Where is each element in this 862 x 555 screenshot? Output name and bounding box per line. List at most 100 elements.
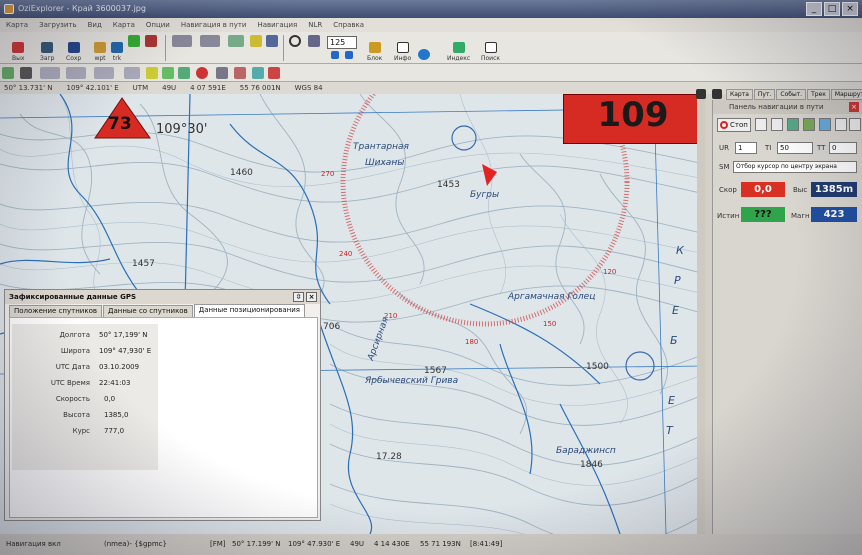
lock-icon [368, 42, 381, 53]
pan-button[interactable] [418, 34, 430, 62]
pencil-icon[interactable] [146, 67, 158, 79]
target-icon[interactable] [196, 67, 208, 79]
mag-heading-readout: 423 [811, 207, 857, 222]
magnifier-icon[interactable] [289, 35, 301, 47]
index-icon [452, 42, 465, 53]
status-zone: 49U [350, 540, 365, 548]
menu-item-navigation[interactable]: Навигация [257, 21, 297, 29]
tt-input[interactable]: 0 [829, 142, 857, 154]
coord-lon: 109° 42.101' E [66, 84, 119, 92]
help-icon[interactable] [849, 118, 861, 131]
ur-input[interactable]: 1 [735, 142, 757, 154]
view-icon[interactable] [819, 118, 831, 131]
tool-f-icon[interactable] [216, 67, 228, 79]
layer-icon[interactable] [803, 118, 815, 131]
move-icon[interactable] [755, 118, 767, 131]
flag-icon[interactable] [268, 67, 280, 79]
map-tool2-icon[interactable] [200, 35, 220, 47]
map-letter-2: Р [674, 274, 681, 287]
menu-item-nlr[interactable]: NLR [308, 21, 322, 29]
sm-select[interactable]: Отбор курсор по центру экрана [733, 161, 857, 173]
tool-d-icon[interactable] [124, 67, 140, 79]
map-place-2: Шиханы [365, 158, 405, 168]
zoom-select[interactable]: 125 [327, 36, 357, 49]
gps-panel-close-icon[interactable]: × [306, 292, 317, 302]
tool-e-icon[interactable] [162, 67, 174, 79]
zoom-window-icon[interactable] [308, 35, 320, 47]
minimize-icon[interactable]: _ [806, 2, 822, 16]
marker-109-box[interactable]: 109 [563, 94, 703, 144]
line-icon[interactable] [266, 35, 278, 47]
tab-satellite-data[interactable]: Данные со спутников [102, 305, 193, 317]
index-button[interactable]: Индекс [447, 34, 470, 62]
layers-icon[interactable] [250, 35, 262, 47]
menu-item-view[interactable]: Вид [88, 21, 102, 29]
event-icon[interactable] [145, 35, 157, 47]
speed-label: Скор [719, 186, 737, 194]
status-fm: [FM] [210, 540, 226, 548]
marker-73-label: 73 [108, 114, 132, 134]
save-map-icon[interactable] [712, 89, 722, 99]
map-tool-icon[interactable] [172, 35, 192, 47]
anchor-icon[interactable] [178, 67, 190, 79]
stop-icon [720, 121, 728, 129]
track-icon [111, 42, 123, 53]
coord-lat: 50° 13.731' N [4, 84, 53, 92]
map-letter-6: Т [666, 424, 673, 437]
exit-button[interactable]: Вых [12, 34, 24, 62]
info-button[interactable]: Инфо [394, 34, 411, 62]
menu-item-help[interactable]: Справка [333, 21, 364, 29]
gps-icon[interactable] [2, 67, 14, 79]
zoom-icon[interactable] [771, 118, 783, 131]
tool-g-icon[interactable] [234, 67, 246, 79]
wifi-icon[interactable] [252, 67, 264, 79]
tab-route[interactable]: Маршрут [830, 89, 862, 100]
map-letter-5: Е [668, 394, 675, 407]
zoom-out-icon[interactable] [345, 51, 353, 59]
tab-position-data[interactable]: Данные позиционирования [193, 304, 306, 317]
menu-item-map[interactable]: Карта [6, 21, 28, 29]
tab-track[interactable]: Трек [807, 89, 830, 100]
tab-events[interactable]: Событ. [776, 89, 807, 100]
lock-button[interactable]: Блок [367, 34, 382, 62]
gps-panel-pin-icon[interactable]: ⇳ [293, 292, 304, 302]
table-row: UTC Время 22:41:03 [50, 379, 131, 387]
map-elev-706: 706 [323, 322, 341, 332]
printer-icon[interactable] [696, 89, 706, 99]
menu-item-moving-nav[interactable]: Навигация в пути [181, 21, 247, 29]
tool-c-icon[interactable] [94, 67, 114, 79]
save-button[interactable]: Сохр [66, 34, 81, 62]
menu-item-map2[interactable]: Карта [113, 21, 135, 29]
search-icon [484, 42, 497, 53]
tool-a-icon[interactable] [40, 67, 60, 79]
menu-item-load[interactable]: Загрузить [39, 21, 77, 29]
coord-north: 55 76 001N [239, 84, 281, 92]
menu-item-options[interactable]: Опции [146, 21, 170, 29]
maximize-icon[interactable]: □ [824, 2, 840, 16]
ti-input[interactable]: 50 [777, 142, 813, 154]
tool-b-icon[interactable] [66, 67, 86, 79]
tab-waypoints[interactable]: Пут. точ. [753, 89, 776, 108]
mag-heading-label: Магн [791, 212, 810, 220]
load-button[interactable]: Загр [40, 34, 54, 62]
true-heading-label: Истин [717, 212, 740, 220]
waypoint-button[interactable]: wpt [94, 34, 106, 62]
ti-label: TI [765, 144, 772, 152]
table-row: Высота 1385,0 [63, 411, 129, 419]
map-scrollbar[interactable] [697, 94, 705, 534]
close-icon[interactable]: × [842, 2, 858, 16]
tab-satellite-position[interactable]: Положение спутников [9, 305, 102, 317]
route-icon[interactable] [128, 35, 140, 47]
alt-label: Выс [793, 186, 808, 194]
tab-map[interactable]: Карта [726, 89, 753, 100]
search-button[interactable]: Поиск [481, 34, 500, 62]
satellite-icon[interactable] [20, 67, 32, 79]
refresh-icon[interactable] [787, 118, 799, 131]
track-button[interactable]: trk [111, 34, 123, 62]
grid-icon[interactable] [228, 35, 244, 47]
zoom-in-icon[interactable] [331, 51, 339, 59]
question-icon[interactable] [835, 118, 847, 131]
nav-panel-close-icon[interactable]: × [849, 102, 859, 112]
range-label-210: 210 [384, 312, 398, 320]
stop-button[interactable]: Стоп [717, 118, 751, 132]
